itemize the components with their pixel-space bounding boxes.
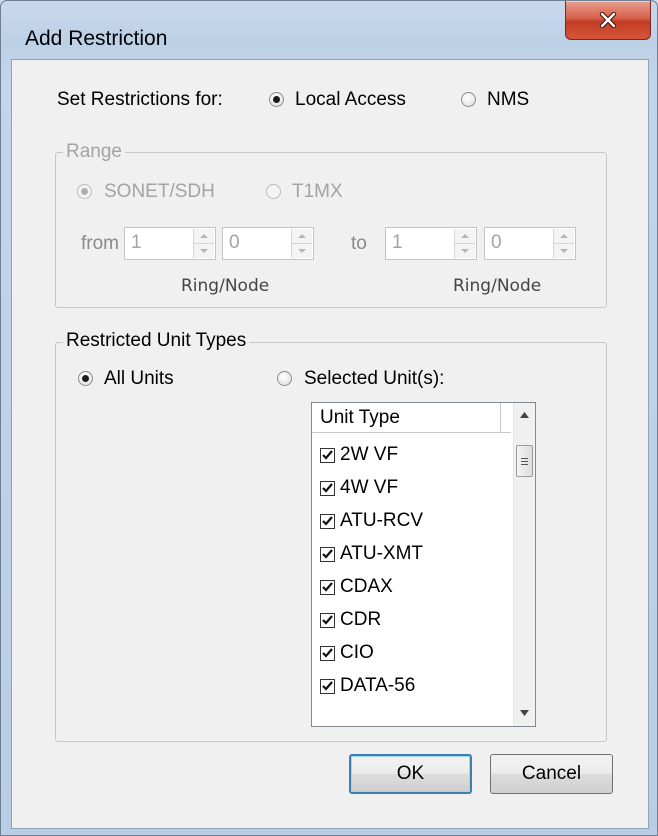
unit-type-column-header[interactable]: Unit Type bbox=[312, 403, 511, 433]
selected-units-label[interactable]: Selected Unit(s): bbox=[304, 368, 444, 390]
from-ring-value: 1 bbox=[131, 232, 142, 253]
list-item-label: CDAX bbox=[340, 576, 393, 597]
range-legend: Range bbox=[63, 141, 125, 163]
nms-label[interactable]: NMS bbox=[487, 89, 529, 111]
local-access-label[interactable]: Local Access bbox=[295, 89, 406, 111]
to-ring-node-caption: Ring/Node bbox=[453, 276, 542, 296]
all-units-radio[interactable] bbox=[78, 371, 93, 386]
checkbox[interactable] bbox=[320, 678, 335, 694]
nms-radio[interactable] bbox=[461, 92, 476, 107]
to-node-value: 0 bbox=[491, 232, 502, 253]
to-label: to bbox=[351, 233, 367, 254]
t1mx-radio bbox=[266, 184, 281, 199]
checkbox[interactable] bbox=[320, 546, 335, 562]
unit-type-header-label: Unit Type bbox=[320, 407, 400, 428]
from-node-value: 0 bbox=[229, 232, 240, 253]
from-ring-spinner: 1 bbox=[124, 227, 216, 260]
chevron-up-icon bbox=[520, 412, 529, 418]
list-item-label: ATU-RCV bbox=[340, 510, 424, 531]
list-item[interactable]: CDAX bbox=[320, 571, 393, 603]
unit-type-list[interactable]: Unit Type 2W VF 4W VF ATU-RCV ATU-XMT CD… bbox=[311, 402, 536, 727]
to-ring-value: 1 bbox=[392, 232, 403, 253]
checkbox[interactable] bbox=[320, 612, 335, 628]
list-scrollbar[interactable] bbox=[513, 403, 535, 726]
close-button[interactable] bbox=[565, 1, 651, 40]
scroll-down-button[interactable] bbox=[514, 703, 535, 723]
window-title: Add Restriction bbox=[25, 27, 168, 50]
to-ring-spinner: 1 bbox=[385, 227, 477, 260]
list-item[interactable]: DATA-56 bbox=[320, 670, 415, 702]
local-access-radio[interactable] bbox=[269, 92, 284, 107]
list-item[interactable]: ATU-RCV bbox=[320, 505, 423, 537]
list-item-label: CIO bbox=[340, 642, 374, 663]
set-restrictions-label: Set Restrictions for: bbox=[57, 89, 223, 110]
from-node-spinner: 0 bbox=[222, 227, 314, 260]
list-item[interactable]: ATU-XMT bbox=[320, 538, 423, 570]
checkbox[interactable] bbox=[320, 645, 335, 661]
sonet-sdh-radio bbox=[77, 184, 92, 199]
dialog-window: Add Restriction Set Restrictions for: Lo… bbox=[0, 0, 658, 836]
dialog-client-area: Set Restrictions for: Local Access NMS R… bbox=[11, 59, 649, 829]
chevron-down-icon bbox=[520, 710, 529, 716]
from-ring-node-caption: Ring/Node bbox=[181, 276, 270, 296]
checkbox[interactable] bbox=[320, 579, 335, 595]
restricted-unit-types-legend: Restricted Unit Types bbox=[63, 330, 250, 352]
scroll-thumb[interactable] bbox=[516, 445, 533, 477]
list-item[interactable]: 4W VF bbox=[320, 472, 398, 504]
list-item[interactable]: 2W VF bbox=[320, 439, 398, 471]
scroll-up-button[interactable] bbox=[514, 405, 535, 425]
close-icon bbox=[599, 12, 617, 28]
list-item-label: CDR bbox=[340, 609, 382, 630]
t1mx-label: T1MX bbox=[292, 181, 343, 202]
to-node-spinner: 0 bbox=[484, 227, 576, 260]
from-label: from bbox=[81, 233, 119, 254]
cancel-button[interactable]: Cancel bbox=[490, 754, 613, 794]
list-item-label: DATA-56 bbox=[340, 675, 416, 696]
list-item-label: ATU-XMT bbox=[340, 543, 424, 564]
list-item[interactable]: CDR bbox=[320, 604, 381, 636]
checkbox[interactable] bbox=[320, 447, 335, 463]
list-item-label: 2W VF bbox=[340, 444, 399, 465]
all-units-label[interactable]: All Units bbox=[104, 368, 174, 390]
sonet-sdh-label: SONET/SDH bbox=[104, 181, 215, 202]
checkbox[interactable] bbox=[320, 513, 335, 529]
checkbox[interactable] bbox=[320, 480, 335, 496]
list-item-label: 4W VF bbox=[340, 477, 399, 498]
selected-units-radio[interactable] bbox=[277, 371, 292, 386]
ok-button[interactable]: OK bbox=[349, 754, 472, 794]
list-item[interactable]: CIO bbox=[320, 637, 374, 669]
